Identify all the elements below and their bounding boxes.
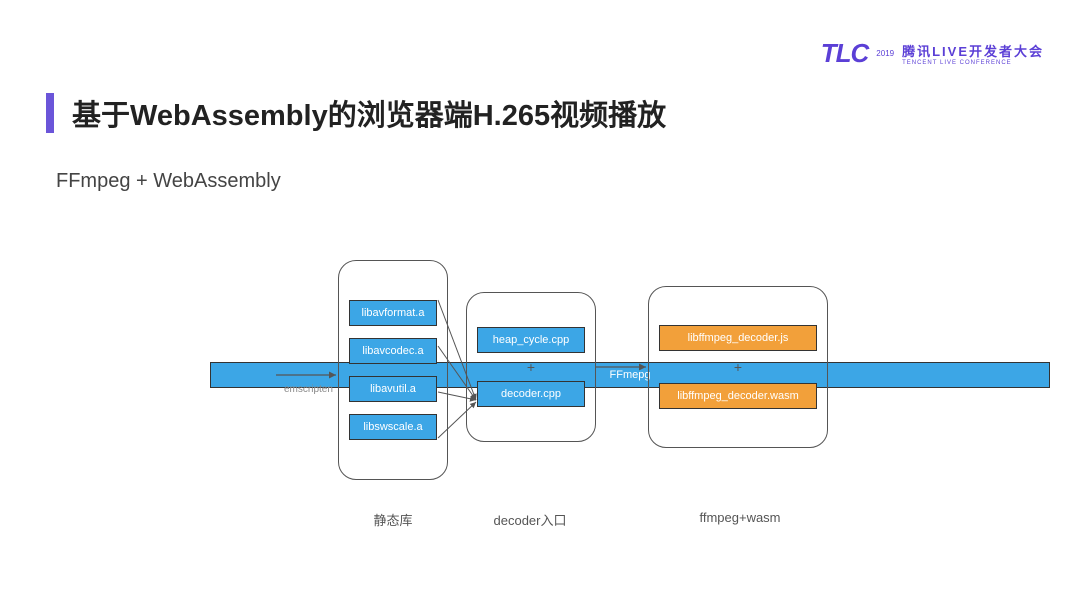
output-item: libffmpeg_decoder.js (659, 325, 817, 351)
slide-subtitle: FFmpeg + WebAssembly (56, 170, 281, 193)
plus-icon: + (527, 359, 535, 375)
logo-year: 2019 (876, 50, 894, 58)
cpp-item: decoder.cpp (477, 381, 585, 407)
decoder-entry-group: heap_cycle.cpp + decoder.cpp (466, 292, 596, 442)
slide-title: 基于WebAssembly的浏览器端H.265视频播放 (72, 92, 666, 134)
conference-logo: TLC 2019 腾讯LIVE开发者大会 TENCENT LIVE CONFER… (821, 38, 1044, 69)
cpp-item: heap_cycle.cpp (477, 327, 585, 353)
slide-title-row: 基于WebAssembly的浏览器端H.265视频播放 (46, 92, 666, 134)
caption-col2: decoder入口 (480, 510, 580, 529)
static-libs-group: libavformat.a libavcodec.a libavutil.a l… (338, 260, 448, 480)
logo-sub: TENCENT LIVE CONFERENCE (902, 60, 1044, 66)
lib-item: libavcodec.a (349, 338, 437, 364)
caption-col3: ffmpeg+wasm (680, 510, 800, 525)
lib-item: libavformat.a (349, 300, 437, 326)
diagram-stage: FFmepg emscripten libavformat.a libavcod… (150, 250, 990, 550)
logo-text: TLC (821, 38, 869, 69)
output-item: libffmpeg_decoder.wasm (659, 383, 817, 409)
lib-item: libavutil.a (349, 376, 437, 402)
caption-col1: 静态库 (360, 510, 426, 529)
plus-icon: + (734, 359, 742, 375)
title-accent-bar (46, 93, 54, 133)
logo-cn: 腾讯LIVE开发者大会 (902, 41, 1044, 60)
edge-label: emscripten (284, 384, 333, 395)
source-box: FFmepg (210, 362, 1050, 388)
lib-item: libswscale.a (349, 414, 437, 440)
output-group: libffmpeg_decoder.js + libffmpeg_decoder… (648, 286, 828, 448)
